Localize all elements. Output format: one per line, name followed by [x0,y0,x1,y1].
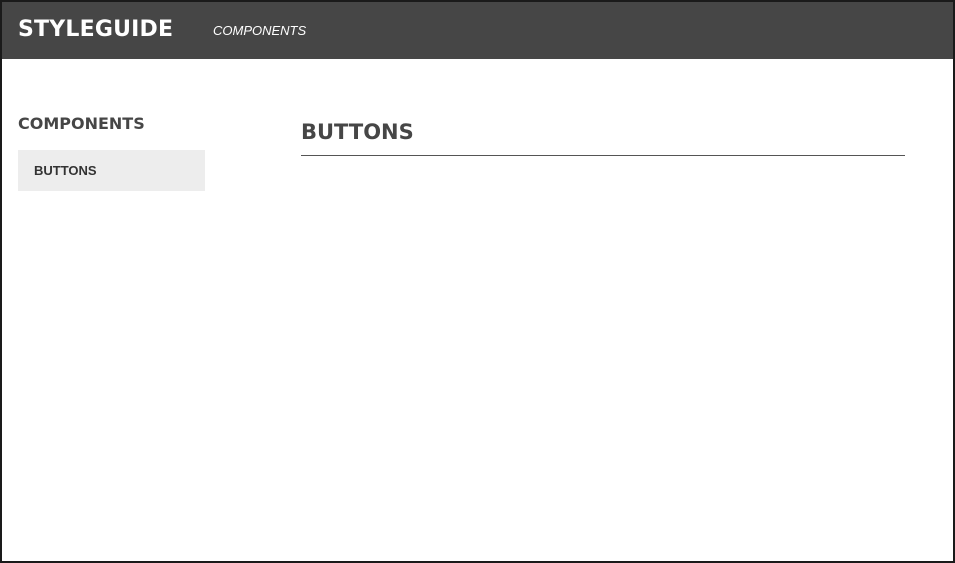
app-window: STYLEGUIDE COMPONENTS COMPONENTS BUTTONS… [0,0,955,563]
sidebar-heading: COMPONENTS [18,114,145,133]
top-navigation-bar: STYLEGUIDE COMPONENTS [2,2,953,59]
page-title: BUTTONS [301,120,414,144]
brand-logo[interactable]: STYLEGUIDE [18,15,173,45]
nav-link-components[interactable]: COMPONENTS [213,22,306,40]
sidebar-item-buttons[interactable]: BUTTONS [18,150,205,191]
title-divider [301,155,905,156]
sidebar-item-label: BUTTONS [34,163,97,178]
